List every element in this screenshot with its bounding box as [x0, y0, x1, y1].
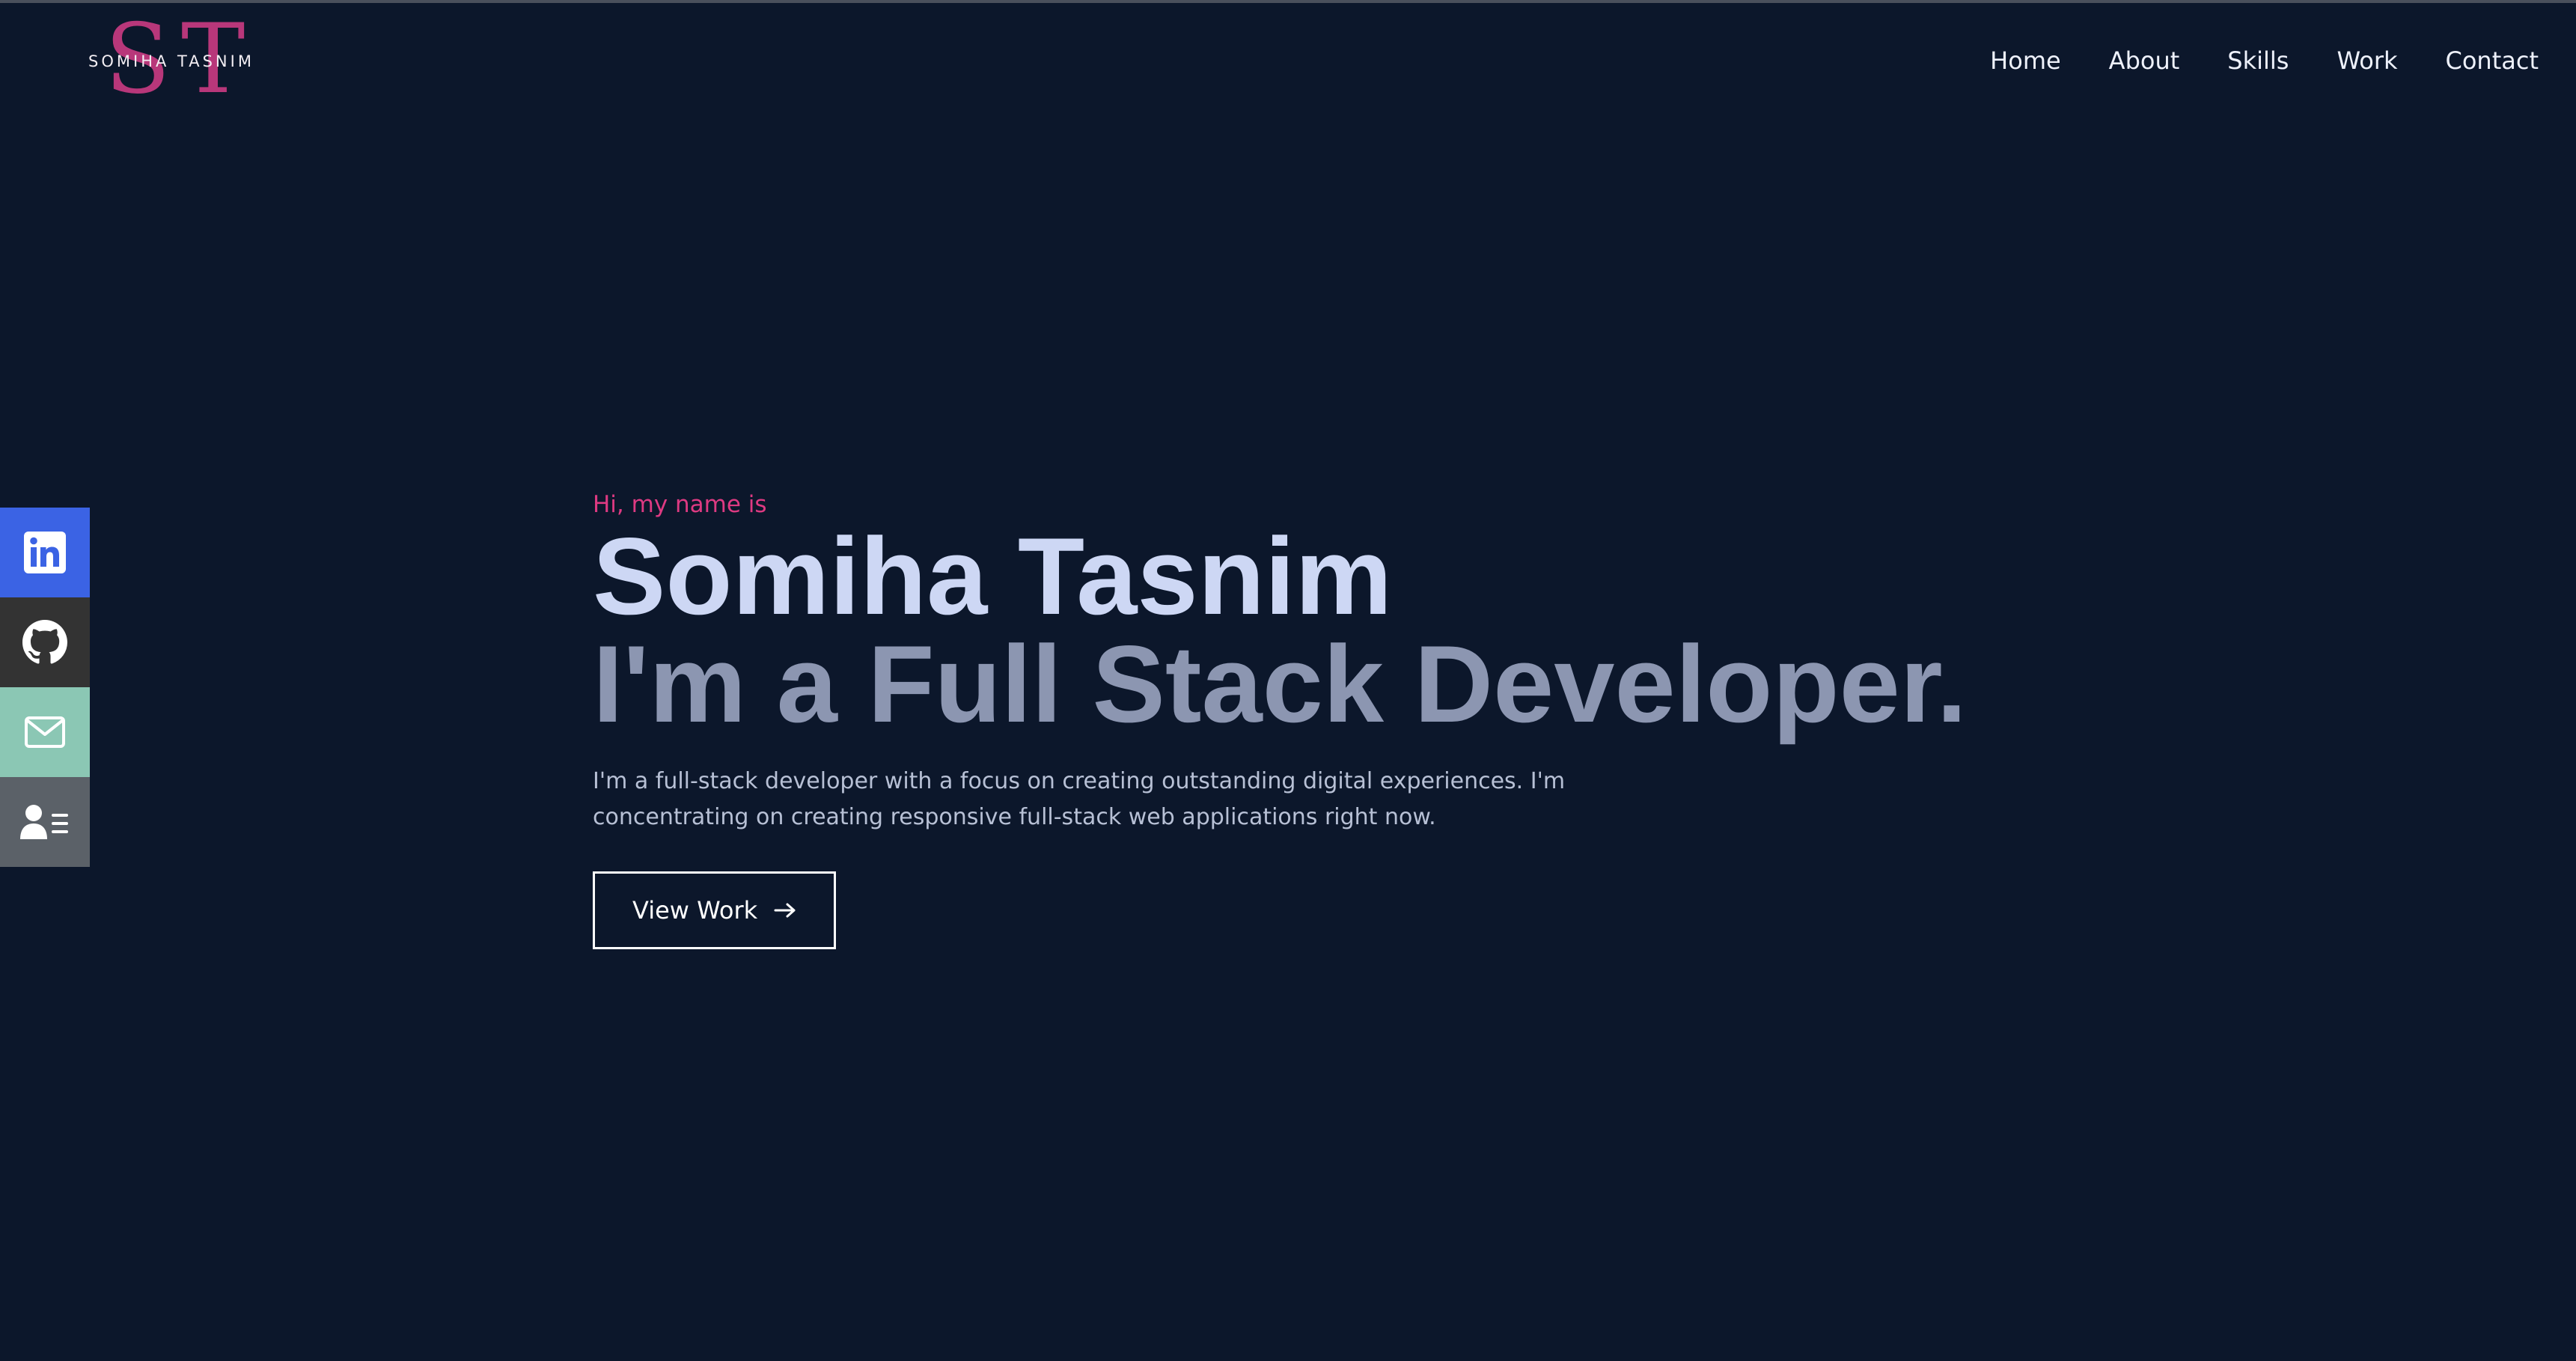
hero-name: Somiha Tasnim — [593, 515, 1393, 637]
view-work-button[interactable]: View Work — [593, 871, 837, 949]
site-logo[interactable]: S T SOMIHA TASNIM — [78, 12, 265, 108]
arrow-right-icon — [774, 897, 796, 924]
nav-skills[interactable]: Skills — [2227, 45, 2289, 76]
social-github[interactable] — [0, 597, 90, 687]
resume-icon — [20, 803, 70, 841]
view-work-label: View Work — [632, 896, 758, 925]
github-icon — [22, 620, 67, 665]
social-resume[interactable] — [0, 777, 90, 867]
nav-home[interactable]: Home — [1990, 45, 2061, 76]
social-email[interactable] — [0, 687, 90, 777]
logo-text: SOMIHA TASNIM — [88, 52, 254, 70]
linkedin-icon — [24, 532, 66, 573]
hero-role: I'm a Full Stack Developer. — [593, 623, 1968, 745]
social-linkedin[interactable] — [0, 508, 90, 597]
mail-icon — [24, 716, 66, 749]
hero-section: Hi, my name is Somiha Tasnim I'm a Full … — [593, 487, 2164, 949]
nav-contact[interactable]: Contact — [2446, 45, 2539, 76]
main-nav: Home About Skills Work Contact — [1990, 45, 2539, 76]
nav-work[interactable]: Work — [2337, 45, 2397, 76]
social-sidebar — [0, 508, 90, 867]
top-border — [0, 0, 2576, 3]
hero-description: I'm a full-stack developer with a focus … — [593, 768, 1566, 830]
nav-about[interactable]: About — [2109, 45, 2180, 76]
